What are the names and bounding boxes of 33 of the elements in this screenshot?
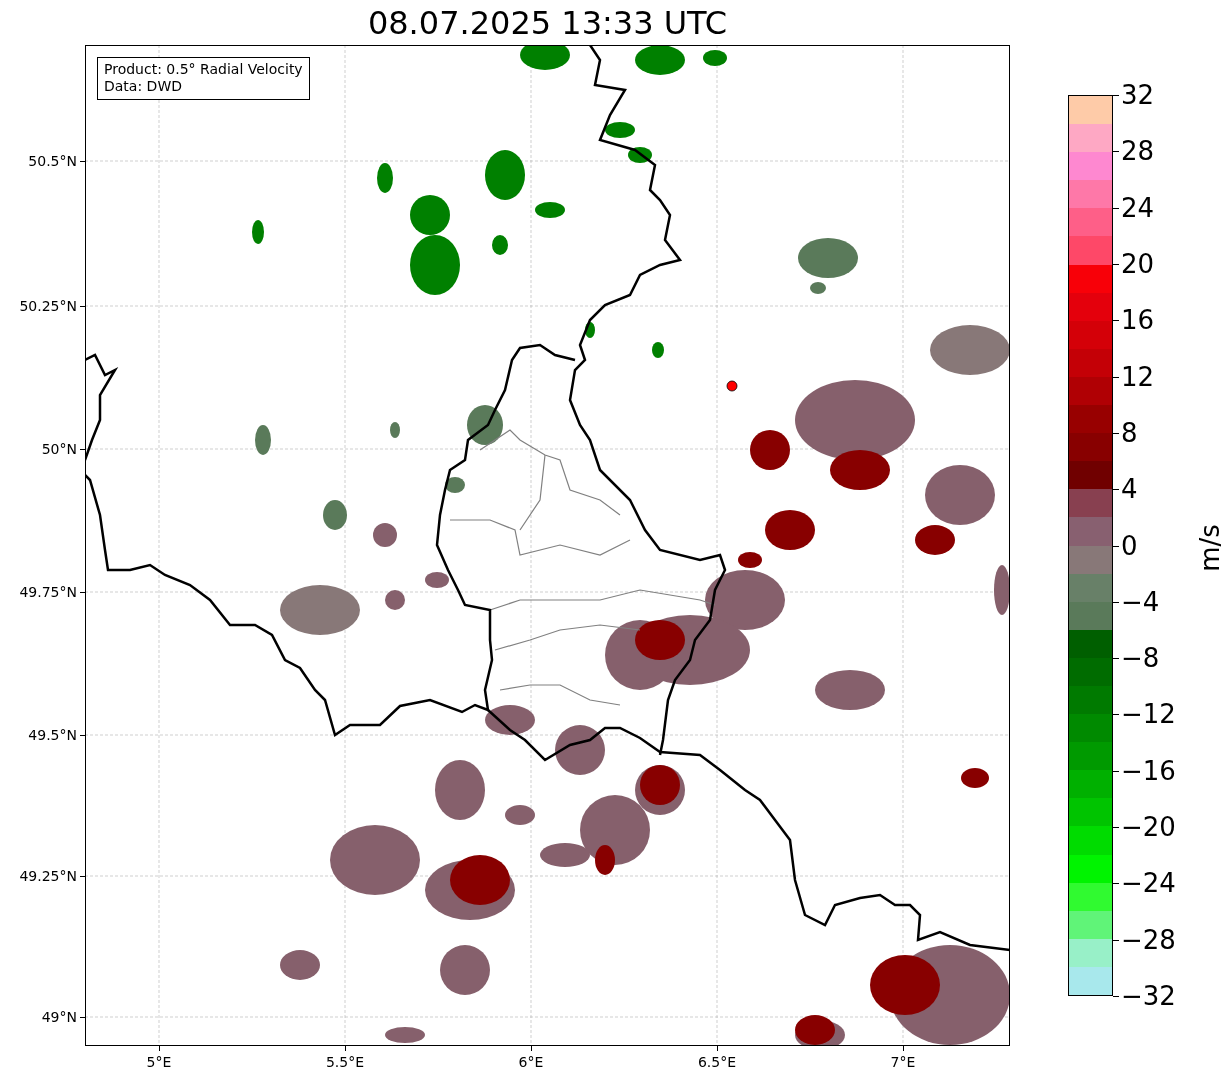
latitude-label: 49.5°N — [28, 726, 77, 744]
scale-label: −12 — [1121, 698, 1176, 731]
scale-label: 32 — [1121, 79, 1155, 111]
scale-label: 20 — [1121, 247, 1155, 280]
longitude-label: 6.5°E — [696, 1053, 738, 1071]
info-text: Product: 0.5° Radial Velocity — [104, 61, 303, 78]
scale-label: 0 — [1121, 529, 1138, 562]
latitude-label: 49.25°N — [19, 867, 77, 885]
longitude-label: 6°E — [517, 1053, 545, 1071]
longitude-label: 5°E — [145, 1053, 173, 1071]
latitude-label: 49°N — [41, 1008, 77, 1026]
latitude-label: 50.5°N — [28, 152, 77, 170]
scale-label: −32 — [1121, 980, 1176, 1012]
longitude-label: 7°E — [889, 1053, 917, 1071]
scale-label: 4 — [1121, 473, 1138, 506]
unit-label: m/s — [1193, 524, 1225, 572]
chart-title: 08.07.2025 13:33 UTC — [366, 3, 729, 43]
longitude-label: 5.5°E — [324, 1053, 366, 1071]
scale-label: 16 — [1121, 304, 1155, 337]
scale-label: −16 — [1121, 754, 1176, 787]
scale-label: −20 — [1121, 811, 1176, 844]
latitude-label: 50°N — [41, 440, 77, 458]
info-text: Data: DWD — [104, 78, 183, 95]
scale-label: −24 — [1121, 867, 1176, 900]
scale-label: 24 — [1121, 191, 1155, 224]
scale-label: −8 — [1121, 642, 1160, 675]
scale-label: −28 — [1121, 923, 1176, 956]
scale-label: 28 — [1121, 135, 1155, 168]
latitude-label: 50.25°N — [19, 297, 77, 315]
scale-label: 8 — [1121, 416, 1138, 449]
scale-label: −4 — [1121, 585, 1160, 618]
scale-label: 12 — [1121, 360, 1155, 393]
latitude-label: 49.75°N — [19, 583, 77, 601]
